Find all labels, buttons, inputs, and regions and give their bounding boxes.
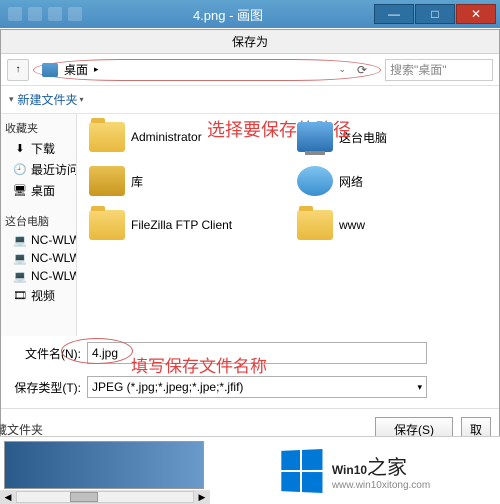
computer-icon: 💻 bbox=[13, 251, 27, 265]
scrollbar-thumb[interactable] bbox=[70, 492, 98, 502]
sidebar-favorites-header[interactable]: 收藏夹 bbox=[1, 118, 76, 138]
libraries-icon bbox=[89, 166, 125, 196]
brand-text: Win10之家 bbox=[332, 451, 430, 480]
brand-url: www.win10xitong.com bbox=[332, 480, 430, 491]
sidebar-item-desktop[interactable]: 🖥桌面 bbox=[1, 180, 76, 201]
horizontal-scrollbar[interactable]: ◀ ▶ bbox=[0, 490, 210, 504]
close-button[interactable]: ✕ bbox=[456, 4, 496, 24]
recent-icon: 🕘 bbox=[13, 163, 27, 177]
taskbar-thumbnail bbox=[4, 441, 204, 489]
desktop-icon bbox=[42, 63, 58, 77]
dropdown-icon[interactable]: ⌄ bbox=[338, 64, 346, 75]
footer-strip: ◀ ▶ Win10之家 www.win10xitong.com bbox=[0, 436, 500, 504]
save-as-dialog: 保存为 ↑ 桌面 ▸ ⌄ ⟳ 搜索"桌面" ▾ 新建文件夹 ▾ 收藏夹 ⬇下载 … bbox=[0, 29, 500, 504]
chevron-right-icon: ▸ bbox=[94, 64, 99, 75]
watermark: Win10之家 www.win10xitong.com bbox=[210, 450, 500, 492]
app-titlebar: 4.png - 画图 — □ ✕ bbox=[0, 0, 500, 28]
address-bar: ↑ 桌面 ▸ ⌄ ⟳ 搜索"桌面" bbox=[1, 54, 499, 86]
desktop-icon: 🖥 bbox=[13, 184, 27, 198]
search-placeholder: 搜索"桌面" bbox=[390, 61, 447, 78]
qat-icon[interactable] bbox=[28, 7, 42, 21]
sidebar-item-pc[interactable]: 💻NC-WLWANG bbox=[1, 231, 76, 249]
dialog-body: 收藏夹 ⬇下载 🕘最近访问的位置 🖥桌面 这台电脑 💻NC-WLWANG 💻NC… bbox=[1, 114, 499, 336]
window-title: 4.png - 画图 bbox=[82, 5, 374, 24]
sidebar-item-videos[interactable]: 🎞视频 bbox=[1, 285, 76, 306]
folder-icon bbox=[297, 210, 333, 240]
sidebar-item-pc[interactable]: 💻NC-WLWANG bbox=[1, 249, 76, 267]
breadcrumb[interactable]: 桌面 ▸ ⌄ ⟳ bbox=[33, 59, 381, 81]
computer-icon bbox=[297, 122, 333, 152]
filename-label: 文件名(N): bbox=[11, 345, 81, 362]
refresh-icon[interactable]: ⟳ bbox=[352, 60, 372, 80]
nav-sidebar: 收藏夹 ⬇下载 🕘最近访问的位置 🖥桌面 这台电脑 💻NC-WLWANG 💻NC… bbox=[1, 114, 77, 336]
organize-chevron-icon[interactable]: ▾ bbox=[9, 94, 14, 105]
qat-icon[interactable] bbox=[68, 7, 82, 21]
sidebar-item-pc[interactable]: 💻NC-WLWANG bbox=[1, 267, 76, 285]
filetype-select[interactable]: JPEG (*.jpg;*.jpeg;*.jpe;*.jfif) ▾ bbox=[87, 376, 427, 398]
file-list[interactable]: 选择要保存的路径 Administrator 这台电脑 库 网络 FileZil… bbox=[77, 114, 499, 336]
sidebar-item-recent[interactable]: 🕘最近访问的位置 bbox=[1, 159, 76, 180]
video-icon: 🎞 bbox=[13, 289, 27, 303]
nav-up-button[interactable]: ↑ bbox=[7, 59, 29, 81]
qat-icon[interactable] bbox=[48, 7, 62, 21]
computer-icon: 💻 bbox=[13, 233, 27, 247]
folder-icon bbox=[89, 122, 125, 152]
dialog-toolbar: ▾ 新建文件夹 ▾ bbox=[1, 86, 499, 114]
chevron-down-icon: ▾ bbox=[80, 95, 84, 104]
filetype-label: 保存类型(T): bbox=[11, 379, 81, 396]
network-icon bbox=[297, 166, 333, 196]
minimize-button[interactable]: — bbox=[374, 4, 414, 24]
folder-icon bbox=[89, 210, 125, 240]
download-icon: ⬇ bbox=[13, 142, 27, 156]
computer-icon: 💻 bbox=[13, 269, 27, 283]
sidebar-thispc-header[interactable]: 这台电脑 bbox=[1, 211, 76, 231]
breadcrumb-location: 桌面 bbox=[64, 61, 88, 78]
search-input[interactable]: 搜索"桌面" bbox=[385, 59, 493, 81]
scroll-left-icon[interactable]: ◀ bbox=[0, 492, 16, 503]
file-item[interactable]: 库 bbox=[89, 166, 279, 196]
hide-folders-link[interactable]: 藏文件夹 bbox=[0, 421, 43, 438]
window-controls: — □ ✕ bbox=[374, 4, 496, 24]
scroll-right-icon[interactable]: ▶ bbox=[194, 492, 210, 503]
qat-icon[interactable] bbox=[8, 7, 22, 21]
windows-logo-icon bbox=[281, 449, 322, 493]
quick-access-toolbar bbox=[4, 7, 82, 21]
filename-row: 文件名(N): 填写保存文件名称 bbox=[1, 336, 499, 370]
sidebar-item-downloads[interactable]: ⬇下载 bbox=[1, 138, 76, 159]
file-item[interactable]: 网络 bbox=[297, 166, 487, 196]
file-item[interactable]: www bbox=[297, 210, 487, 240]
new-folder-button[interactable]: 新建文件夹 bbox=[18, 91, 78, 108]
file-item[interactable]: 这台电脑 bbox=[297, 122, 487, 152]
chevron-down-icon: ▾ bbox=[417, 382, 422, 393]
filetype-row: 保存类型(T): JPEG (*.jpg;*.jpeg;*.jpe;*.jfif… bbox=[1, 370, 499, 404]
maximize-button[interactable]: □ bbox=[415, 4, 455, 24]
dialog-title: 保存为 bbox=[1, 30, 499, 54]
file-item[interactable]: FileZilla FTP Client bbox=[89, 210, 279, 240]
